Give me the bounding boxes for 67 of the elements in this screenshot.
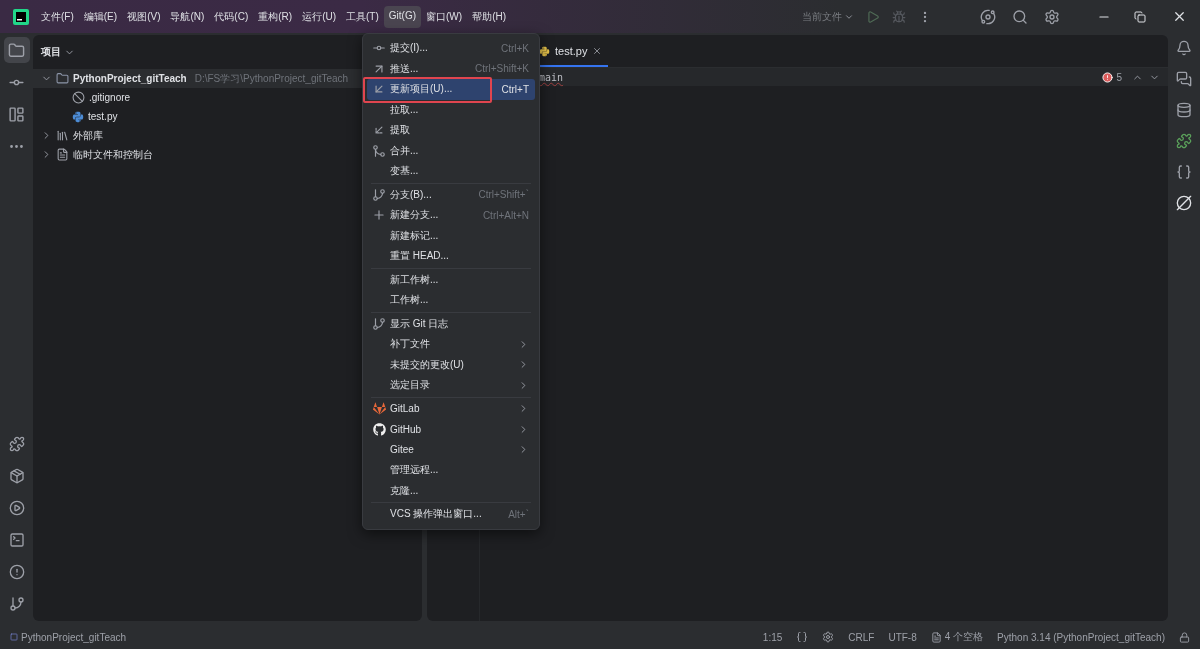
code-text: main: [539, 71, 564, 83]
menu-item[interactable]: 窗口(W): [421, 5, 468, 28]
menu-item[interactable]: 变基...: [367, 161, 535, 182]
menu-item[interactable]: GitLab: [367, 398, 535, 419]
error-count[interactable]: 5: [1116, 71, 1122, 83]
library-icon: [56, 129, 69, 142]
cursor-position[interactable]: 1:15: [762, 631, 783, 643]
interpreter[interactable]: Python 3.14 (PythonProject_gitTeach): [997, 631, 1165, 643]
ban-icon: [72, 91, 85, 104]
folder-icon[interactable]: [3, 37, 30, 63]
menu-item[interactable]: 视图(V): [122, 5, 166, 28]
menu-item[interactable]: 分支(B)... Ctrl+Shift+`: [367, 184, 535, 205]
menu-item[interactable]: 未提交的更改(U): [367, 354, 535, 375]
plus-icon: [372, 208, 386, 223]
menu-item[interactable]: 代码(C): [209, 5, 254, 28]
menu-item[interactable]: 运行(U): [297, 5, 342, 28]
tree-item-label: PythonProject_gitTeach: [73, 73, 187, 84]
branch-icon: [372, 187, 386, 202]
menu-item[interactable]: 重构(R): [253, 5, 298, 28]
branch-icon: [372, 316, 386, 331]
tree-item-label: 临时文件和控制台: [73, 147, 153, 162]
menu-item[interactable]: 管理远程...: [367, 460, 535, 481]
encoding[interactable]: UTF-8: [888, 631, 917, 643]
tree-item-label: test.py: [88, 111, 118, 122]
tree-item-label: 外部库: [73, 128, 103, 143]
menu-item[interactable]: 帮助(H): [467, 5, 512, 28]
settings-icon[interactable]: [822, 631, 835, 643]
error-icon[interactable]: [1102, 71, 1114, 83]
menu-item[interactable]: 克隆...: [367, 480, 535, 501]
menu-item[interactable]: 工作树...: [367, 290, 535, 311]
document-icon: [56, 148, 69, 161]
project-name[interactable]: PythonProject_gitTeach: [21, 631, 127, 643]
menu-item[interactable]: 导航(N): [165, 5, 210, 28]
menu-item[interactable]: Gitee: [367, 439, 535, 460]
menu-item[interactable]: GitHub: [367, 419, 535, 440]
menu-item[interactable]: 合并...: [367, 140, 535, 161]
menu-item[interactable]: 新工作树...: [367, 269, 535, 290]
menu-item[interactable]: 编辑(E): [78, 5, 123, 28]
menu-item[interactable]: VCS 操作弹出窗口... Alt+`: [367, 504, 535, 525]
cat-icon: [372, 422, 386, 436]
document-icon[interactable]: [930, 631, 942, 643]
menu-item[interactable]: 新建分支... Ctrl+Alt+N: [367, 205, 535, 226]
tree-item-path: D:\FS学习\PythonProject_gitTeach: [194, 71, 349, 86]
fox-icon: [372, 402, 386, 416]
menu-item[interactable]: 显示 Git 日志: [367, 313, 535, 334]
menu-item[interactable]: 拉取...: [367, 99, 535, 120]
close-icon: [592, 46, 603, 56]
indent-setting[interactable]: 4 个空格: [944, 630, 984, 644]
folder-icon: [56, 72, 69, 85]
braces-icon[interactable]: [796, 631, 809, 643]
merge-icon: [372, 143, 386, 158]
menu-item[interactable]: 提交(I)... Ctrl+K: [367, 38, 535, 59]
menu-item[interactable]: 工具(T): [341, 5, 384, 28]
menu-item[interactable]: 选定目录: [367, 375, 535, 396]
square-icon: [10, 633, 18, 641]
lock-icon[interactable]: [1179, 631, 1190, 643]
menu-item[interactable]: 新建标记...: [367, 225, 535, 246]
tree-item-label: .gitignore: [89, 92, 131, 103]
python-icon: [72, 110, 84, 123]
menu-item[interactable]: 文件(F): [36, 5, 79, 28]
menu-item[interactable]: 补丁文件: [367, 334, 535, 355]
menu-item[interactable]: 重置 HEAD...: [367, 246, 535, 267]
menu-item[interactable]: 提取: [367, 120, 535, 141]
line-ending[interactable]: CRLF: [848, 631, 875, 643]
python-icon: [539, 45, 550, 57]
menu-item[interactable]: Git(G): [383, 5, 422, 28]
panel-title[interactable]: 项目: [41, 45, 61, 59]
